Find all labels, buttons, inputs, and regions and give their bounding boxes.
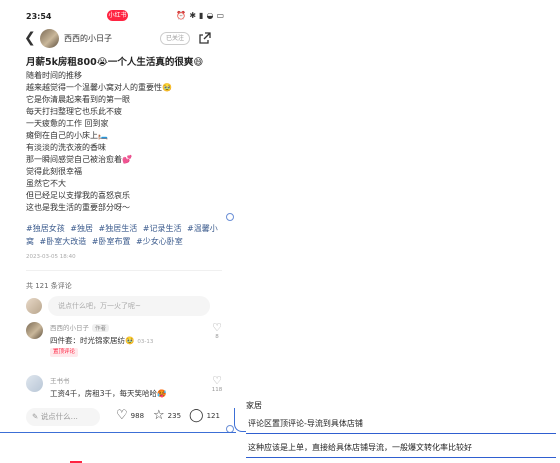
battery-icon: ▭ [216,11,224,20]
note-line: 这种应该是上单，直接给具体店铺导流，一般爆文转化率比较好 [246,438,556,458]
post-line: 一天疲惫的工作 回到家 [26,119,109,128]
comment-text: 四件套：时光锦家居纺🥹 03-13 [50,335,153,346]
topic-tag[interactable]: #卧室大改造 [40,237,87,246]
topic-tag[interactable]: #少女心卧室 [136,237,183,246]
comment-like[interactable]: ♡ 8 [210,321,224,341]
post-line: 瘫倒在自己的小床上🛏️ [26,131,108,140]
comment-text: 工资4千，房租3千，每天笑哈哈🥵 [50,389,167,398]
post-line: 那一瞬间感觉自己被治愈着💕 [26,155,132,164]
collect-count: 235 [167,412,182,420]
comment-button[interactable]: ◯ 121 [189,408,220,424]
comment-input-row: 说点什么吧，万一火了呢~ [26,296,222,316]
collect-button[interactable]: ☆ 235 [153,408,181,424]
comment-item: 王书书 工资4千，房租3千，每天笑哈哈🥵 ♡ 118 [26,375,222,405]
topic-tag[interactable]: #卧室布置 [92,237,131,246]
bottom-action-bar: ✎ 说点什么... ♡ 988 ☆ 235 ◯ 121 [26,406,230,428]
commenter-avatar[interactable] [26,322,43,339]
follow-button[interactable]: 已关注 [160,32,190,45]
phone-screen: 23:54 小红书 ⏰ ✱ ▮ ◒ ▭ ❮ 西西的小日子 已关注 月薪5k房租8… [18,0,230,432]
comment-like-count: 8 [215,334,219,340]
comment-item: 西西的小日子 作者 四件套：时光锦家居纺🥹 03-13 置顶评论 ♡ 8 [26,322,222,364]
bottom-comment-input[interactable]: ✎ 说点什么... [26,408,100,426]
status-icons: ⏰ ✱ ▮ ◒ ▭ [176,11,224,20]
comment-date: 03-13 [137,339,154,345]
commenter-name[interactable]: 王书书 [50,375,70,385]
heart-icon[interactable]: ♡ [212,374,222,387]
bottom-input-placeholder: 说点什么... [40,412,78,421]
anchor-dot [226,213,234,221]
author-avatar[interactable] [40,29,59,48]
author-name[interactable]: 西西的小日子 [64,33,112,44]
post-body: 随着时间的推移 越来越觉得一个温馨小窝对人的重要性🥹 它是你清晨起来看到的第一眼… [26,70,226,214]
section-divider [26,270,222,271]
commenter-name: 西西的小日子 作者 [50,322,110,332]
wifi-icon: ◒ [206,11,214,20]
like-button[interactable]: ♡ 988 [116,408,144,424]
post-tags: #独居女孩 #独居 #独居生活 #记录生活 #温馨小窝 #卧室大改造 #卧室布置… [26,223,222,248]
star-icon: ☆ [153,408,165,423]
post-line: 随着时间的推移 [26,71,82,80]
my-avatar [26,298,42,314]
comment-like-count: 118 [211,387,223,393]
heart-icon: ♡ [116,408,128,423]
note-category: 家居 [246,401,262,410]
pinned-badge: 置顶评论 [50,348,79,357]
comment-input[interactable]: 说点什么吧，万一火了呢~ [48,296,210,316]
post-line: 它是你清晨起来看到的第一眼 [26,95,130,104]
status-bar: 23:54 小红书 ⏰ ✱ ▮ ◒ ▭ [18,10,230,24]
post-title: 月薪5k房租800😭一个人生活真的很爽😄 [26,57,204,68]
commenter-avatar[interactable] [26,375,43,392]
post-header: ❮ 西西的小日子 已关注 [18,28,230,50]
topic-tag[interactable]: #记录生活 [143,224,182,233]
post-line: 每天打扫整理它也乐此不疲 [26,107,122,116]
back-icon[interactable]: ❮ [24,30,36,46]
topic-tag[interactable]: #独居生活 [99,224,138,233]
note-connector [234,408,246,432]
comment-bubble-icon: ◯ [189,408,204,423]
post-line: 这也是我生活的重要部分呀～ [26,203,130,212]
share-icon[interactable] [198,31,212,45]
note-line: 评论区置顶评论-导流到具体店铺 [246,414,556,434]
pencil-icon: ✎ [32,412,39,421]
canvas: 23:54 小红书 ⏰ ✱ ▮ ◒ ▭ ❮ 西西的小日子 已关注 月薪5k房租8… [0,0,560,463]
post-line: 觉得此刻很幸福 [26,167,82,176]
post-line: 有淡淡的洗衣液的香味 [26,143,106,152]
like-count: 988 [130,412,145,420]
bluetooth-icon: ✱ [189,11,197,20]
post-line: 但已经足以支撑我的喜怒哀乐 [26,191,130,200]
comment-total: 121 [206,412,220,420]
alarm-icon: ⏰ [176,11,187,20]
comment-text-content: 四件套：时光锦家居纺🥹 [50,336,135,345]
bottom-accent-line [0,432,236,433]
post-date: 2023-03-05 18:40 [26,254,76,260]
signal-icon: ▮ [199,11,204,20]
app-badge: 小红书 [107,10,128,21]
topic-tag[interactable]: #独居女孩 [26,224,65,233]
post-line: 虽然它不大 [26,179,66,188]
heart-icon[interactable]: ♡ [212,321,222,334]
topic-tag[interactable]: #独居 [70,224,93,233]
author-badge: 作者 [92,324,110,332]
commenter-name-text[interactable]: 西西的小日子 [50,324,89,332]
post-line: 越来越觉得一个温馨小窝对人的重要性🥹 [26,83,172,92]
annotation-notes: 家居 评论区置顶评论-导流到具体店铺 这种应该是上单，直接给具体店铺导流，一般爆… [246,398,556,458]
status-time: 23:54 [26,12,52,21]
comment-like[interactable]: ♡ 118 [210,374,224,394]
comment-count: 共 121 条评论 [26,282,72,290]
